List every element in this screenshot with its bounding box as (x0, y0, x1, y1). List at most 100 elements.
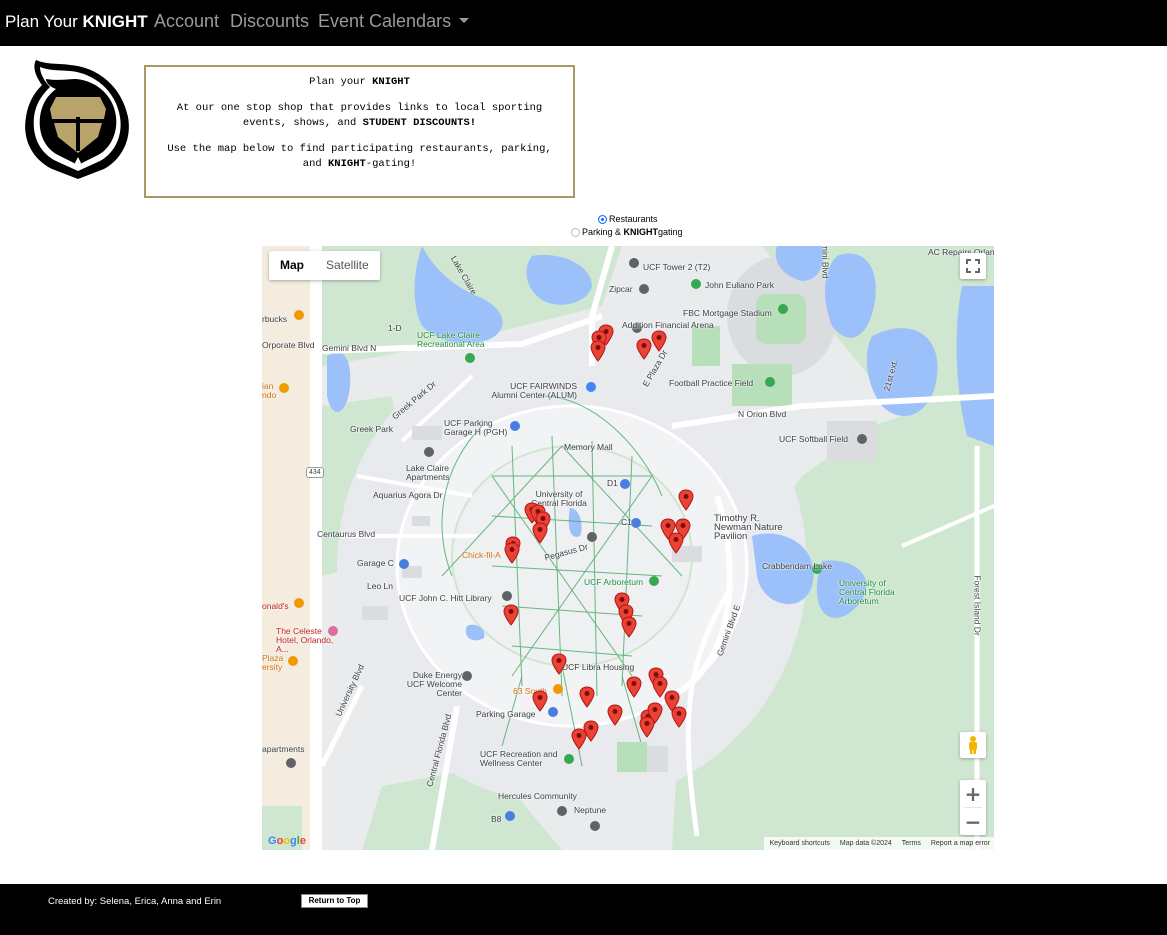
zipcar-poi-icon[interactable] (639, 284, 649, 294)
radio-parking-label: Parking & KNIGHTgating (582, 227, 683, 237)
map-label: UCF Softball Field (779, 434, 848, 444)
restaurant-marker-icon[interactable] (571, 728, 587, 750)
parking-garage-c-icon[interactable] (399, 559, 409, 569)
restaurant-marker-icon[interactable] (551, 653, 567, 675)
stadium-poi-icon[interactable] (778, 304, 788, 314)
restaurant-marker-icon[interactable] (621, 616, 637, 638)
report-map-error-link[interactable]: Report a map error (931, 840, 990, 847)
brand-prefix: Plan Your (5, 12, 83, 31)
restaurant-marker-icon[interactable] (503, 604, 519, 626)
restaurant-marker-icon[interactable] (590, 340, 606, 362)
library-poi-icon[interactable] (502, 591, 512, 601)
map-label: Garage C (357, 558, 394, 568)
map-label: Crabbendam Lake (762, 561, 832, 571)
radio-parking-knightgating[interactable]: Parking & KNIGHTgating (571, 227, 683, 237)
restaurant-marker-icon[interactable] (532, 522, 548, 544)
zoom-in-button[interactable]: + (960, 780, 986, 807)
parking-garage-poi-icon[interactable] (548, 707, 558, 717)
zoom-out-button[interactable]: − (960, 808, 986, 835)
map-label: apartments (262, 744, 305, 754)
restaurant-marker-icon[interactable] (579, 686, 595, 708)
radio-restaurants[interactable]: Restaurants (598, 214, 658, 224)
map-label: Plaza ersity (262, 653, 284, 672)
park-poi-icon[interactable] (691, 279, 701, 289)
map-attribution: Keyboard shortcuts Map data ©2024 Terms … (763, 837, 994, 850)
keyboard-shortcuts-link[interactable]: Keyboard shortcuts (770, 840, 830, 847)
fullscreen-button[interactable] (960, 253, 986, 279)
parking-b8-icon[interactable] (505, 811, 515, 821)
cafe-poi-icon[interactable] (294, 310, 304, 320)
restaurant-marker-icon[interactable] (626, 676, 642, 698)
chevron-down-icon (459, 17, 470, 23)
radio-parking-input[interactable] (571, 227, 580, 237)
map-label: UCF Libra Housing (562, 662, 635, 672)
intro-heading: Plan your KNIGHT (309, 76, 410, 88)
restaurant-marker-icon[interactable] (636, 338, 652, 360)
nav-link-event-calendars-label: Event Calendars (318, 11, 452, 31)
map-label: D1 (607, 478, 618, 488)
nav-link-discounts[interactable]: Discounts (230, 11, 309, 32)
softball-field-poi-icon[interactable] (857, 434, 867, 444)
restaurant-marker-icon[interactable] (671, 706, 687, 728)
map-label: ian ndo (262, 381, 277, 400)
zoom-control: + − (960, 780, 986, 835)
map-label: Centaurus Blvd (317, 529, 376, 539)
alumni-center-poi-icon[interactable] (586, 382, 596, 392)
apartments-poi-icon[interactable] (424, 447, 434, 457)
terms-link[interactable]: Terms (902, 840, 921, 847)
map-label: FBC Mortgage Stadium (683, 308, 772, 318)
map-label: Greek Park (350, 424, 393, 434)
map-label: 434 (306, 467, 324, 478)
restaurant-marker-icon[interactable] (651, 330, 667, 352)
intro-instructions: Use the map below to find participating … (167, 143, 552, 170)
map-base-layer (262, 246, 994, 850)
neptune-poi-icon[interactable] (557, 806, 567, 816)
south-63-poi-icon[interactable] (553, 684, 563, 694)
street-view-pegman-button[interactable] (960, 732, 986, 758)
map-label: UCF FAIRWINDS Alumni Center (ALUM) (491, 381, 578, 400)
map-label: Aquarius Agora Dr (373, 490, 443, 500)
recreation-poi-icon[interactable] (564, 754, 574, 764)
parking-c1-icon[interactable] (631, 518, 641, 528)
nav-link-account[interactable]: Account (154, 11, 219, 32)
brand-link[interactable]: Plan Your KNIGHT (5, 12, 148, 32)
restaurant-marker-icon[interactable] (532, 690, 548, 712)
university-poi-icon[interactable] (587, 532, 597, 542)
map-type-satellite-button[interactable]: Satellite (315, 251, 380, 280)
restaurant-marker-icon[interactable] (678, 489, 694, 511)
restaurant-marker-icon[interactable] (639, 716, 655, 738)
nav-dropdown-event-calendars[interactable]: Event Calendars (318, 11, 470, 32)
apartments-poi-icon-2[interactable] (286, 758, 296, 768)
welcome-center-poi-icon[interactable] (462, 671, 472, 681)
food-poi-icon-2[interactable] (288, 656, 298, 666)
radio-restaurants-input[interactable] (598, 214, 607, 224)
map-label: N Orion Blvd (738, 409, 787, 419)
return-to-top-button[interactable]: Return to Top (301, 894, 368, 908)
restaurant-poi-icon[interactable] (294, 598, 304, 608)
transit-poi-icon[interactable] (629, 258, 639, 268)
recreational-area-poi-icon[interactable] (465, 353, 475, 363)
map-label: Forest Island Dr (972, 575, 983, 636)
ucf-knight-logo (18, 55, 136, 181)
map-label: Hercules Community (498, 791, 577, 801)
arboretum-poi-icon[interactable] (649, 576, 659, 586)
footer-credit: Created by: Selena, Erica, Anna and Erin (48, 896, 222, 907)
poi-icon-south[interactable] (590, 821, 600, 831)
campus-map[interactable]: UCF Tower 2 (T2) Zipcar John Euliano Par… (262, 246, 994, 850)
google-logo: Google (268, 835, 306, 847)
restaurant-marker-icon[interactable] (504, 542, 520, 564)
map-label: Lake Claire Apartments (406, 463, 450, 482)
map-label: 1-D (388, 323, 402, 333)
map-label: B8 (491, 814, 502, 824)
restaurant-marker-icon[interactable] (607, 704, 623, 726)
brand-bold: KNIGHT (82, 12, 148, 31)
map-label: UCF Lake Claire Recreational Area (417, 330, 485, 349)
parking-d1-icon[interactable] (620, 479, 630, 489)
map-type-map-button[interactable]: Map (269, 251, 315, 280)
map-label: Memory Mall (564, 442, 613, 452)
restaurant-marker-icon[interactable] (668, 532, 684, 554)
football-field-poi-icon[interactable] (765, 377, 775, 387)
map-label: Neptune (574, 805, 607, 815)
map-label: University of Central Florida Arboretum (839, 578, 895, 606)
map-type-control: Map Satellite (269, 251, 380, 280)
